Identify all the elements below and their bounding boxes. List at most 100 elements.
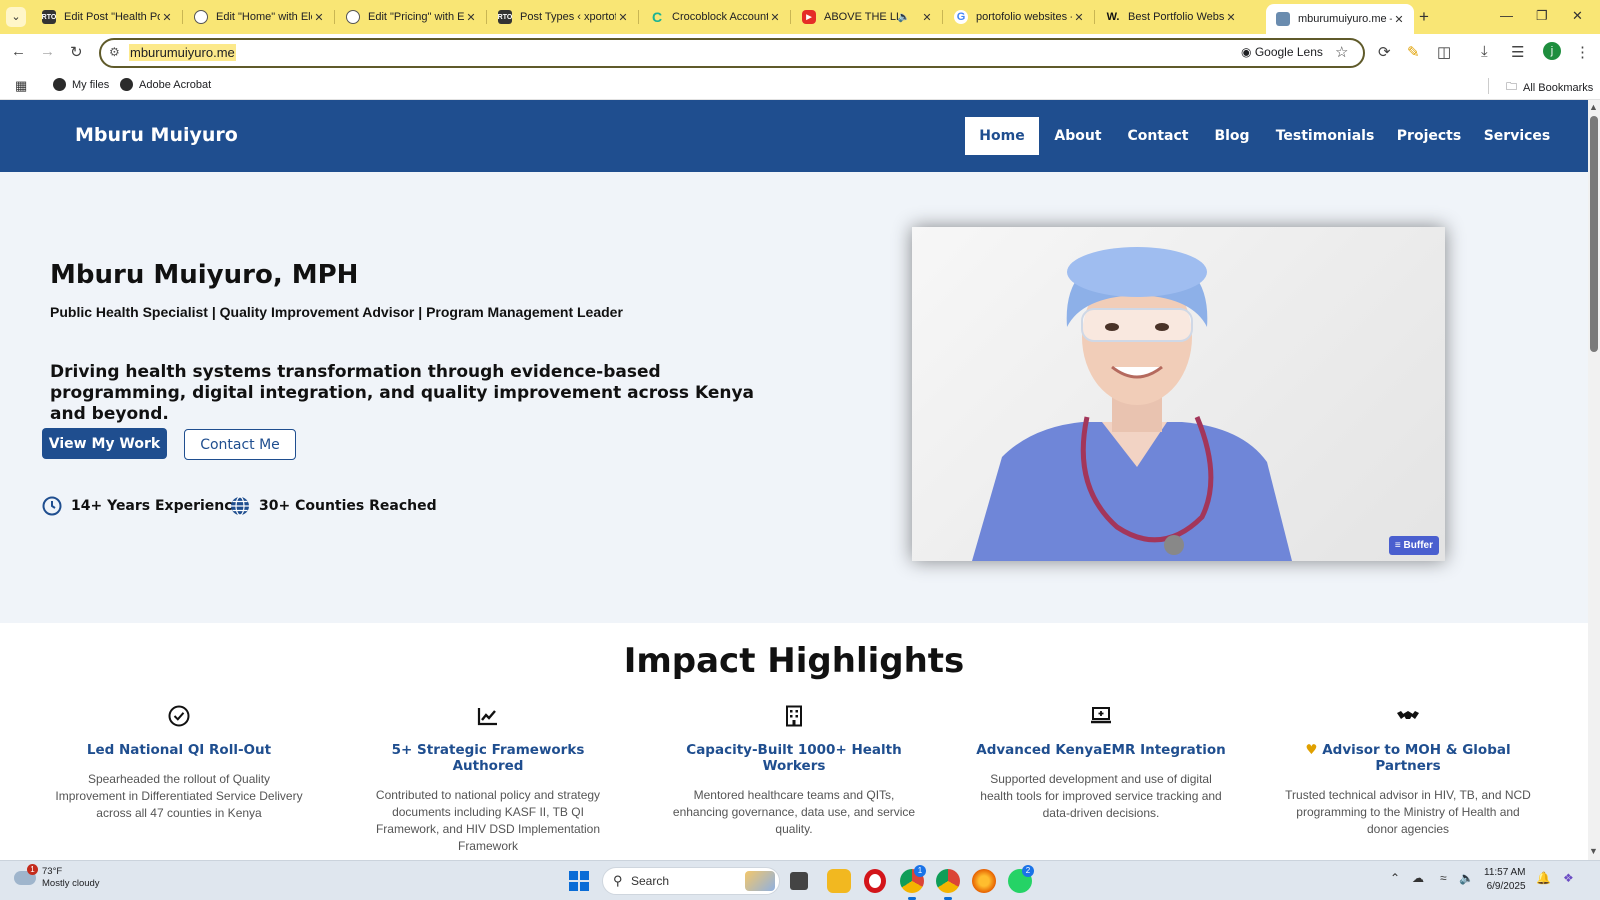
browser-tab[interactable]: ▶ ABOVE THE LINE 🔈 ✕ — [792, 0, 942, 34]
pen-extension-icon[interactable]: ✎ — [1407, 43, 1420, 61]
globe-icon — [120, 78, 133, 91]
google-lens-button[interactable]: ◉ Google Lens — [1241, 45, 1323, 59]
nav-services[interactable]: Services — [1477, 117, 1557, 155]
minimize-icon[interactable]: — — [1500, 8, 1513, 23]
bookmark-star-icon[interactable]: ☆ — [1335, 43, 1348, 61]
back-arrow-icon[interactable]: ← — [11, 43, 26, 60]
weather-temp: 73°F — [42, 866, 63, 877]
browser-tab[interactable]: RTO Edit Post "Health Port ✕ — [32, 0, 182, 34]
profile-avatar[interactable]: j — [1543, 42, 1561, 60]
close-tab-icon[interactable]: ✕ — [616, 11, 630, 24]
close-tab-icon[interactable]: ✕ — [920, 11, 934, 24]
tab-strip: ⌄ RTO Edit Post "Health Port ✕ Edit "Hom… — [0, 0, 1600, 34]
page-scrollbar[interactable]: ▲ ▼ — [1588, 100, 1600, 860]
wifi-icon[interactable]: ≈ — [1440, 871, 1447, 885]
download-icon[interactable]: ⤓ — [1481, 43, 1488, 60]
chrome-profile-icon[interactable] — [936, 869, 960, 893]
close-tab-icon[interactable]: ✕ — [1072, 11, 1086, 24]
volume-icon[interactable]: 🔈 — [1459, 871, 1474, 885]
tab-search-chevron-icon[interactable]: ⌄ — [6, 7, 26, 27]
apps-grid-icon[interactable]: ▦ — [15, 78, 27, 94]
weather-widget[interactable]: 1 73°F Mostly cloudy — [14, 864, 100, 890]
globe-icon — [231, 496, 249, 516]
scroll-up-icon[interactable]: ▲ — [1589, 102, 1598, 112]
forward-arrow-icon[interactable]: → — [40, 43, 55, 60]
speaker-icon[interactable]: 🔈 — [898, 12, 910, 23]
close-tab-icon[interactable]: ✕ — [160, 11, 174, 24]
scrollbar-thumb[interactable] — [1590, 116, 1598, 352]
windows-start-icon[interactable] — [569, 871, 589, 891]
more-menu-icon[interactable]: ⋮ — [1575, 43, 1590, 61]
hero-title: Mburu Muiyuro, MPH — [50, 260, 359, 290]
onedrive-offline-icon[interactable]: ☁ — [1412, 871, 1424, 885]
restore-icon[interactable]: ❐ — [1536, 8, 1548, 24]
whatsapp-badge: 2 — [1022, 865, 1034, 877]
browser-tab[interactable]: Edit "Home" with Ele ✕ — [184, 0, 334, 34]
wordpress-favicon-icon — [194, 10, 208, 24]
wordpress-favicon-icon — [346, 10, 360, 24]
bookmark-my-files[interactable]: My files — [53, 78, 109, 91]
contact-me-button[interactable]: Contact Me — [184, 429, 296, 460]
browser-tab[interactable]: C Crocoblock Account ✕ — [640, 0, 790, 34]
show-hidden-icons-chevron-icon[interactable]: ⌃ — [1390, 871, 1400, 885]
check-circle-icon — [168, 705, 190, 727]
whatsapp-icon[interactable]: 2 — [1008, 865, 1034, 893]
close-window-icon[interactable]: ✕ — [1572, 8, 1583, 24]
health-worker-photo — [972, 247, 1292, 561]
stat-counties-reached: 30+ Counties Reached — [230, 496, 437, 516]
site-info-icon[interactable]: ⚙ — [109, 45, 120, 59]
buffer-share-button[interactable]: ≡ Buffer — [1388, 536, 1439, 555]
opera-icon[interactable] — [864, 869, 886, 893]
copilot-icon[interactable]: ❖ — [1563, 871, 1574, 885]
bookmarks-bar: ▦ My files Adobe Acrobat 🗀 All Bookmarks — [0, 72, 1600, 100]
taskbar-search-box[interactable]: ⚲ Search — [602, 867, 780, 895]
extensions-puzzle-icon[interactable]: ◫ — [1437, 43, 1451, 61]
close-tab-icon[interactable]: ✕ — [312, 11, 326, 24]
notification-bell-icon[interactable]: 🔔 — [1536, 871, 1551, 885]
system-clock[interactable]: 11:57 AM 6/9/2025 — [1484, 866, 1526, 894]
close-tab-icon[interactable]: ✕ — [768, 11, 782, 24]
url-text[interactable]: mburumuiyuro.me — [129, 44, 236, 61]
wix-favicon-icon: W. — [1106, 11, 1120, 23]
site-logo[interactable]: Mburu Muiyuro — [75, 124, 238, 146]
all-bookmarks[interactable]: 🗀 All Bookmarks — [1506, 78, 1593, 97]
media-controls-icon[interactable]: ☰ — [1511, 43, 1524, 61]
scroll-down-icon[interactable]: ▼ — [1589, 846, 1598, 856]
address-bar[interactable]: ⚙ mburumuiyuro.me ◉ Google Lens ☆ — [99, 38, 1365, 68]
file-explorer-icon[interactable] — [827, 869, 851, 893]
impact-title: Impact Highlights — [623, 641, 965, 681]
handshake-icon — [1397, 711, 1419, 719]
nav-projects[interactable]: Projects — [1392, 117, 1466, 155]
bookmark-adobe-acrobat[interactable]: Adobe Acrobat — [120, 78, 211, 91]
reload-icon[interactable]: ↻ — [70, 43, 83, 61]
browser-tab[interactable]: G portofolio websites - ✕ — [944, 0, 1094, 34]
browser-tab-active[interactable]: mburumuiyuro.me – ✕ — [1266, 4, 1414, 34]
firefox-icon[interactable] — [972, 869, 996, 893]
windows-taskbar: 1 73°F Mostly cloudy ⚲ Search 1 2 ⌃ ☁ ≈ … — [0, 860, 1600, 900]
browser-tab[interactable]: Edit "Pricing" with Ele ✕ — [336, 0, 486, 34]
impact-card-title: 5+ Strategic Frameworks Authored — [391, 742, 585, 774]
nav-about[interactable]: About — [1045, 117, 1111, 155]
close-tab-icon[interactable]: ✕ — [1224, 11, 1238, 24]
browser-tab[interactable]: W. Best Portfolio Websit ✕ — [1096, 0, 1246, 34]
nav-contact[interactable]: Contact — [1120, 117, 1196, 155]
close-tab-icon[interactable]: ✕ — [464, 11, 478, 24]
impact-card: 5+ Strategic Frameworks Authored Contrib… — [363, 705, 613, 855]
chrome-icon[interactable]: 1 — [900, 865, 926, 893]
sync-icon[interactable]: ⟳ — [1378, 43, 1391, 61]
search-highlight-icon — [745, 871, 775, 891]
globe-icon — [53, 78, 66, 91]
close-tab-icon[interactable]: ✕ — [1392, 13, 1406, 26]
site-favicon-icon — [1276, 12, 1290, 26]
task-view-icon[interactable] — [790, 872, 808, 890]
new-tab-plus-icon[interactable]: + — [1419, 7, 1429, 27]
browser-tab[interactable]: RTO Post Types ‹ xportofo ✕ — [488, 0, 638, 34]
cloud-icon: 1 — [14, 864, 38, 885]
nav-blog[interactable]: Blog — [1205, 117, 1259, 155]
nav-home[interactable]: Home — [965, 117, 1039, 155]
impact-card-title: Led National QI Roll-Out — [86, 742, 272, 758]
laptop-icon — [1091, 707, 1111, 724]
view-my-work-button[interactable]: View My Work — [42, 428, 167, 459]
nav-testimonials[interactable]: Testimonials — [1270, 117, 1380, 155]
impact-card-text: Trusted technical advisor in HIV, TB, an… — [1285, 788, 1531, 836]
